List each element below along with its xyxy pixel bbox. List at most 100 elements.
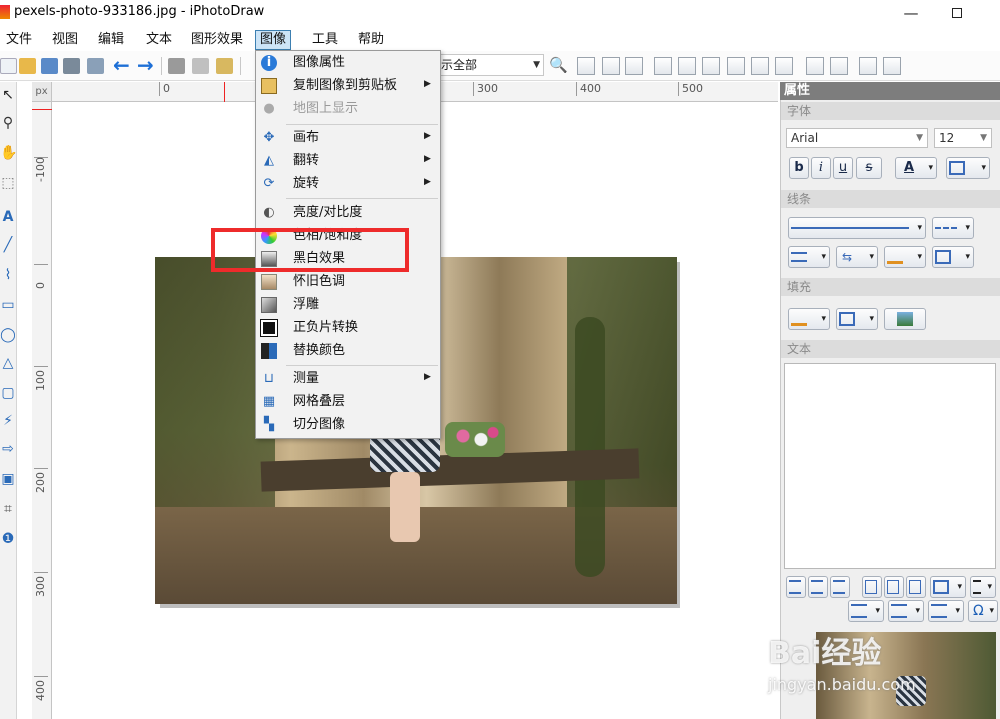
numbered-list-button[interactable] — [848, 600, 884, 622]
menu-item-replace-color[interactable]: 替换颜色 — [256, 340, 440, 363]
align-center-text-button[interactable] — [808, 576, 828, 598]
menu-item-measure[interactable]: ⊔ 测量 ▶ — [256, 368, 440, 391]
menu-text[interactable]: 文本 — [142, 30, 176, 50]
menu-item-label: 测量 — [293, 371, 320, 386]
align-top-icon[interactable] — [577, 57, 595, 75]
menu-help[interactable]: 帮助 — [354, 30, 388, 50]
text-padding-button[interactable] — [930, 576, 966, 598]
menu-item-sepia[interactable]: 怀旧色调 — [256, 271, 440, 294]
arrow-style-button[interactable]: ⇆ — [836, 246, 878, 268]
menu-item-grid-overlay[interactable]: ▦ 网格叠层 — [256, 391, 440, 414]
select-pointer-icon[interactable]: ↖ — [0, 86, 16, 104]
maximize-icon — [952, 8, 962, 18]
undo-arrow-icon[interactable]: ← — [113, 54, 130, 76]
zoom-select[interactable]: 示全部 ▼ — [436, 54, 544, 76]
align-right-text-button[interactable] — [830, 576, 850, 598]
ellipse-tool-icon[interactable]: ◯ — [0, 326, 16, 344]
align-left-icon[interactable] — [654, 57, 672, 75]
text-content-area[interactable] — [784, 363, 996, 569]
menu-item-brightness-contrast[interactable]: ◐ 亮度/对比度 — [256, 202, 440, 225]
valign-bottom-button[interactable] — [906, 576, 926, 598]
text-border-button[interactable] — [946, 157, 990, 179]
underline-button[interactable]: u — [833, 157, 853, 179]
indent-list-button[interactable] — [928, 600, 964, 622]
symbol-button[interactable]: Ω — [968, 600, 998, 622]
line-spacing-button[interactable] — [970, 576, 996, 598]
distribute-v-icon[interactable] — [751, 57, 769, 75]
bring-front-icon[interactable] — [859, 57, 877, 75]
same-size-icon[interactable] — [775, 57, 793, 75]
callout-tool-icon[interactable]: ▢ — [0, 384, 16, 402]
menu-item-show-on-map: ● 地图上显示 — [256, 98, 440, 121]
align-middle-icon[interactable] — [602, 57, 620, 75]
print-icon[interactable] — [87, 58, 104, 74]
pan-hand-icon[interactable]: ✋ — [0, 144, 17, 162]
font-color-button[interactable]: A — [895, 157, 937, 179]
save-as-icon[interactable] — [63, 58, 80, 74]
new-file-icon[interactable] — [0, 58, 17, 74]
cut-icon[interactable] — [168, 58, 185, 74]
font-size-select[interactable]: 12 ▼ — [934, 128, 992, 148]
fill-color-button[interactable] — [788, 308, 830, 330]
fill-pattern-button[interactable] — [836, 308, 878, 330]
italic-button[interactable]: i — [811, 157, 831, 179]
numbering-tool-icon[interactable]: ❶ — [0, 530, 16, 548]
zigzag-tool-icon[interactable]: ⚡ — [0, 412, 16, 430]
menu-view[interactable]: 视图 — [48, 30, 82, 50]
menu-item-image-properties[interactable]: i 图像属性 — [256, 52, 440, 75]
image-tool-icon[interactable]: ▣ — [0, 470, 16, 488]
strikethrough-button[interactable]: s — [856, 157, 882, 179]
triangle-tool-icon[interactable]: △ — [0, 354, 16, 372]
group-icon[interactable] — [806, 57, 824, 75]
font-family-select[interactable]: Arial ▼ — [786, 128, 928, 148]
menu-item-canvas[interactable]: ✥ 画布 ▶ — [256, 127, 440, 150]
zoom-tool-icon[interactable]: ⚲ — [0, 114, 16, 132]
menu-item-copy-to-clipboard[interactable]: 复制图像到剪贴板 ▶ — [256, 75, 440, 98]
redo-arrow-icon[interactable]: → — [137, 54, 154, 76]
line-style-button[interactable] — [788, 217, 926, 239]
menu-tools[interactable]: 工具 — [308, 30, 342, 50]
ungroup-icon[interactable] — [830, 57, 848, 75]
line-border-button[interactable] — [932, 246, 974, 268]
menu-item-flip[interactable]: ◭ 翻转 ▶ — [256, 150, 440, 173]
minimize-button[interactable]: — — [888, 2, 934, 24]
text-tool-icon[interactable]: A — [0, 208, 16, 226]
menu-file[interactable]: 文件 — [2, 30, 36, 50]
fill-image-button[interactable] — [884, 308, 926, 330]
align-center-icon[interactable] — [678, 57, 696, 75]
bold-button[interactable]: b — [789, 157, 809, 179]
menu-image[interactable]: 图像 — [255, 30, 292, 50]
menu-item-split-image[interactable]: ▚ 切分图像 — [256, 414, 440, 437]
maximize-button[interactable] — [934, 2, 980, 24]
polyline-tool-icon[interactable]: ⌇ — [0, 266, 16, 284]
menu-item-negative[interactable]: 正负片转换 — [256, 317, 440, 340]
line-weight-button[interactable] — [788, 246, 830, 268]
paste-icon[interactable] — [216, 58, 233, 74]
arrow-shape-tool-icon[interactable]: ⇨ — [0, 440, 16, 458]
open-folder-icon[interactable] — [19, 58, 36, 74]
align-right-icon[interactable] — [702, 57, 720, 75]
copy-icon[interactable] — [192, 58, 209, 74]
menu-item-rotate[interactable]: ⟳ 旋转 ▶ — [256, 173, 440, 196]
crop-tool-icon[interactable]: ⌗ — [0, 500, 16, 518]
menu-item-emboss[interactable]: 浮雕 — [256, 294, 440, 317]
bullet-list-button[interactable] — [888, 600, 924, 622]
distribute-h-icon[interactable] — [727, 57, 745, 75]
dash-style-button[interactable] — [932, 217, 974, 239]
photo-vine — [575, 317, 605, 577]
save-icon[interactable] — [41, 58, 58, 74]
zoom-magnifier-icon[interactable]: 🔍 — [549, 56, 568, 74]
send-back-icon[interactable] — [883, 57, 901, 75]
pattern-grid-icon — [839, 312, 855, 326]
align-bottom-icon[interactable] — [625, 57, 643, 75]
node-edit-icon[interactable]: ⬚ — [0, 174, 16, 192]
brightness-icon: ◐ — [263, 205, 275, 220]
valign-top-button[interactable] — [862, 576, 882, 598]
line-color-button[interactable] — [884, 246, 926, 268]
menu-edit[interactable]: 编辑 — [94, 30, 128, 50]
rectangle-tool-icon[interactable]: ▭ — [0, 296, 16, 314]
valign-middle-button[interactable] — [884, 576, 904, 598]
menu-shape-effects[interactable]: 图形效果 — [187, 30, 247, 50]
line-tool-icon[interactable]: ╱ — [0, 236, 16, 254]
align-left-text-button[interactable] — [786, 576, 806, 598]
